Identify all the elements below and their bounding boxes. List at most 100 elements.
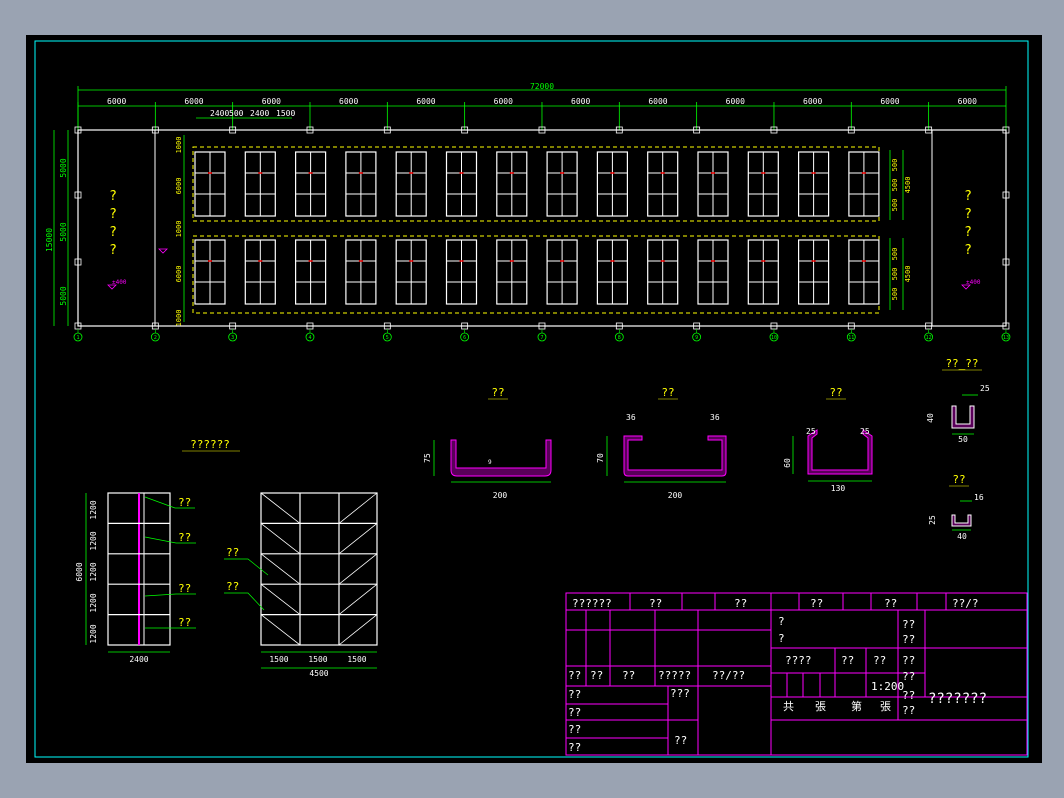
small-section-1 — [951, 405, 975, 429]
section-2-width: 200 — [668, 491, 683, 500]
tb-r4-5: ??/?? — [712, 669, 745, 682]
section-5-width: 40 — [957, 532, 967, 541]
tb-r3-4: ?? — [902, 654, 915, 667]
axis-label-4: 4 — [308, 335, 311, 341]
building-outline — [77, 129, 1007, 327]
callout-1: ?? — [178, 496, 191, 509]
section-4-height: 40 — [926, 413, 935, 423]
tb-page-4: 張 — [880, 700, 891, 713]
tb-side-2: ?? — [902, 689, 915, 702]
rack-unit-11 — [697, 151, 729, 217]
tb-r4-1: ?? — [568, 669, 581, 682]
section-4-flange: 25 — [980, 384, 990, 393]
dim-right-a3: 500 — [891, 199, 899, 212]
rack-unit-28 — [848, 239, 880, 305]
rack-unit-26 — [747, 239, 779, 305]
tb-header-3: ?? — [734, 597, 747, 610]
side-bay-1: 1500 — [269, 655, 288, 664]
rack-unit-5 — [395, 151, 427, 217]
brace-right-2 — [338, 523, 378, 555]
section-5-title: ?? — [952, 473, 965, 486]
brace-left-5 — [260, 614, 301, 646]
dim-left-3: 5000 — [59, 286, 68, 305]
dim-inner-5: 1000 — [175, 310, 183, 327]
axis-label-7: 7 — [540, 335, 543, 341]
axis-label-11: 11 — [848, 335, 854, 341]
section-2-title: ?? — [661, 386, 674, 399]
rack-unit-18 — [345, 239, 377, 305]
small-section-2 — [951, 514, 972, 527]
side-callout-2: ?? — [226, 580, 239, 593]
tb-r2-1: ? — [778, 615, 785, 628]
tb-scale: 1:200 — [871, 680, 904, 693]
rack-unit-24 — [647, 239, 679, 305]
dim-inner-3: 1000 — [175, 221, 183, 238]
dim-right-b: 4500 — [904, 177, 912, 194]
axis-label-13: 13 — [1003, 335, 1009, 341]
channel-section-1 — [450, 439, 552, 477]
section-5-height: 25 — [928, 515, 937, 525]
dim-bay-8: 6000 — [648, 97, 667, 106]
rack-unit-4 — [345, 151, 377, 217]
tb-r4-2: ?? — [590, 669, 603, 682]
tb-mid-2: ?? — [674, 734, 687, 747]
rack-unit-16 — [244, 239, 276, 305]
tb-r2-3: ?? — [902, 618, 915, 631]
side-total: 4500 — [309, 669, 328, 678]
section-4-width: 50 — [958, 435, 968, 444]
room-left-char-3: ? — [109, 225, 117, 240]
axis-label-9: 9 — [695, 335, 698, 341]
elevation-h3: 1200 — [89, 562, 98, 581]
tb-page-2: 張 — [815, 700, 826, 713]
tb-r4-4: ????? — [658, 669, 691, 682]
brace-left-4 — [260, 583, 301, 615]
rack-unit-14 — [848, 151, 880, 217]
section-2-height: 70 — [596, 453, 605, 463]
callout-3: ?? — [178, 582, 191, 595]
elevation-h2: 1200 — [89, 531, 98, 550]
floor-plan: 72000 6000 6000 6000 6000 6000 6000 6000 6000 60… — [45, 82, 1011, 342]
section-1-thickness: 9 — [488, 459, 492, 466]
rack-unit-9 — [596, 151, 629, 217]
elevation-h5: 1200 — [89, 624, 98, 643]
dim-bay-7: 6000 — [571, 97, 590, 106]
section-3-height: 60 — [783, 458, 792, 468]
rack-unit-23 — [596, 239, 629, 305]
tb-header-4: ?? — [810, 597, 823, 610]
rack-unit-19 — [395, 239, 427, 305]
room-label-left: ? ? ? ? — [109, 189, 117, 258]
side-bay-3: 1500 — [347, 655, 366, 664]
dim-left-1: 5000 — [59, 158, 68, 177]
rack-unit-20 — [445, 239, 478, 305]
brace-left-2 — [260, 523, 301, 555]
callout-2: ?? — [178, 531, 191, 544]
channel-section-3 — [807, 429, 873, 475]
rack-unit-27 — [797, 239, 830, 305]
cad-viewport[interactable]: 72000 6000 6000 6000 6000 6000 6000 6000 6000 60… — [26, 35, 1042, 763]
rack-unit-2 — [244, 151, 276, 217]
rack-unit-1 — [194, 151, 226, 217]
dim-bay-5: 6000 — [416, 97, 435, 106]
section-1-width: 200 — [493, 491, 508, 500]
cad-drawing: 72000 6000 6000 6000 6000 6000 6000 6000 6000 60… — [34, 40, 1029, 758]
dim-right-c2: 500 — [891, 268, 899, 281]
dim-left-2: 5000 — [59, 222, 68, 241]
dim-inner-4: 6000 — [175, 266, 183, 283]
tb-r2-4: ?? — [902, 633, 915, 646]
tb-header-5: ?? — [884, 597, 897, 610]
title-block-text: ?????? ?? ?? ?? ?? ??/? ? ? ?? ?? ???? ?… — [568, 597, 987, 754]
axis-label-8: 8 — [618, 335, 621, 341]
section-3-width: 130 — [831, 484, 846, 493]
section-3-flange-right: 25 — [860, 427, 870, 436]
dim-bay-3: 6000 — [262, 97, 281, 106]
dim-bay-11: 6000 — [880, 97, 899, 106]
dim-left-total: 15000 — [45, 228, 54, 252]
dim-right-c1: 500 — [891, 248, 899, 261]
room-left-char-1: ? — [109, 189, 117, 204]
tb-side-1: ?? — [902, 670, 915, 683]
elevation-h1: 1200 — [89, 500, 98, 519]
rack-unit-22 — [546, 239, 578, 305]
tb-drawing-title: ??????? — [928, 691, 987, 707]
rack-unit-7 — [496, 151, 528, 217]
section-5-flange: 16 — [974, 493, 984, 502]
